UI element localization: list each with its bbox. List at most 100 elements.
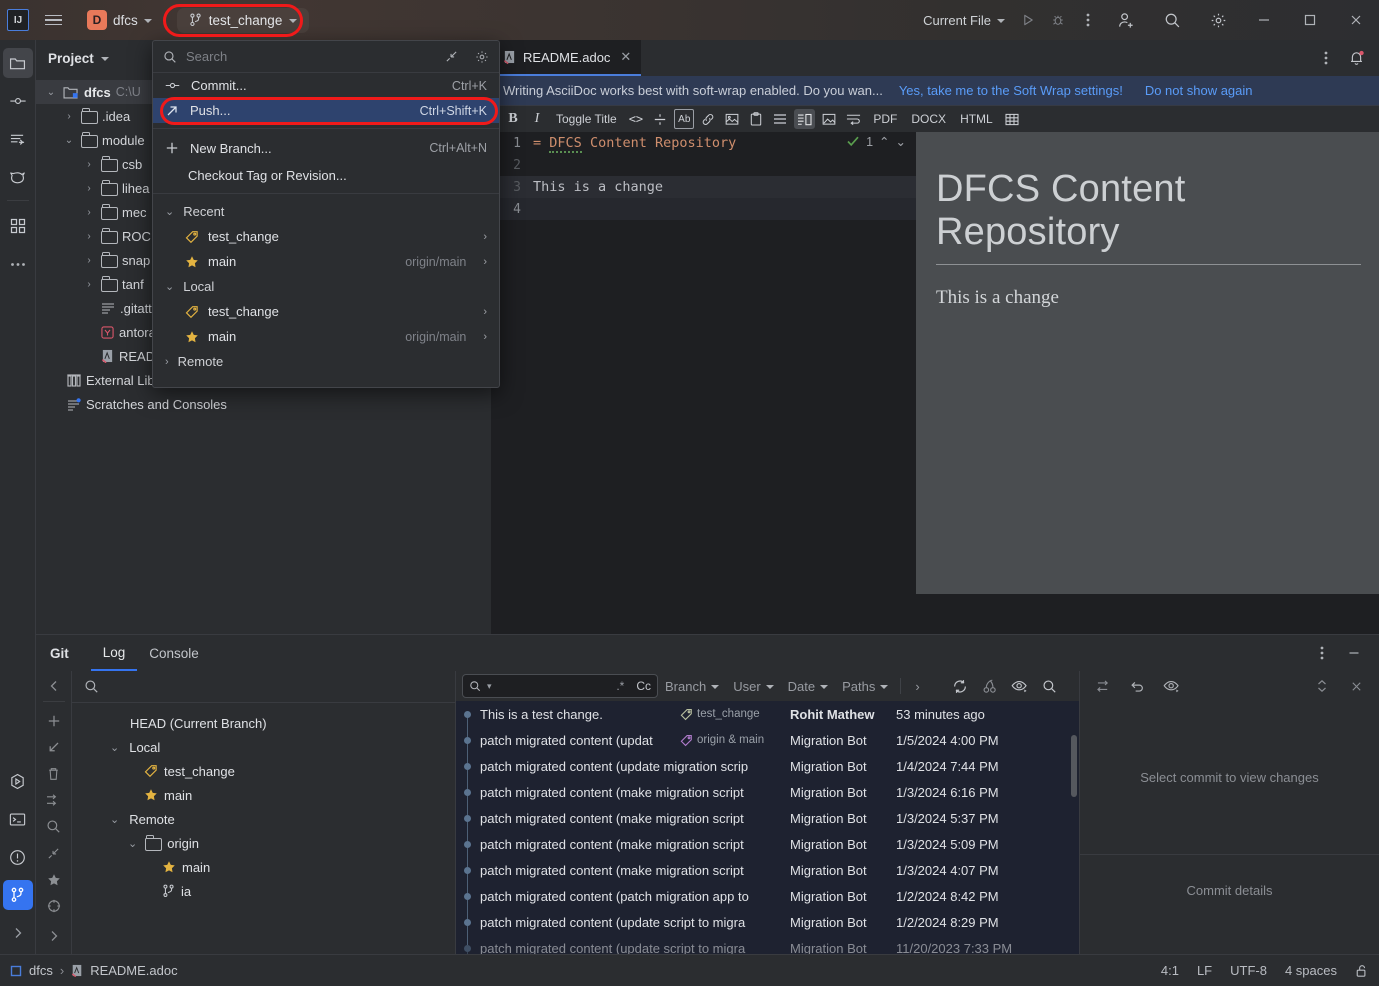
show-diff-icon[interactable] [1156,671,1186,701]
filter-paths[interactable]: Paths [835,679,895,694]
branch-group-remote[interactable]: › Remote [153,349,499,374]
commit-search-input[interactable]: ▾ .* Cc [462,674,658,698]
unlocked-icon[interactable] [1355,964,1369,978]
chevron-down-icon[interactable]: ⌄ [165,205,174,218]
chevron-right-icon[interactable]: › [483,331,487,343]
project-selector[interactable]: D dfcs [80,6,159,34]
strikethrough-icon[interactable] [650,109,670,129]
search-input[interactable]: Search [186,49,436,64]
settings-gear-icon[interactable] [1195,0,1241,40]
chevron-down-icon[interactable]: ⌄ [165,280,174,293]
commit-row[interactable]: patch migrated content (patch migration … [456,883,1079,919]
file-encoding[interactable]: UTF-8 [1230,963,1267,978]
branch-tree-test-change[interactable]: test_change [72,759,455,783]
delete-branch-icon[interactable] [39,762,69,785]
settings-gear-icon[interactable] [475,50,489,64]
close-icon[interactable] [1333,0,1379,40]
search-icon[interactable] [39,815,69,838]
commit-row[interactable]: patch migrated content (update script to… [456,909,1079,945]
image-icon[interactable] [722,109,742,129]
merge-icon[interactable] [39,789,69,812]
chevron-right-icon[interactable]: › [82,207,96,218]
filter-user[interactable]: User [726,679,780,694]
commit-row[interactable]: patch migrated content (updat origin & m… [456,727,1079,763]
chevron-right-icon[interactable]: › [62,111,76,122]
export-docx-button[interactable]: DOCX [906,109,951,129]
case-toggle[interactable]: Cc [636,679,651,693]
refresh-icon[interactable] [945,671,975,701]
menu-item-new-branch[interactable]: New Branch... Ctrl+Alt+N [153,134,499,162]
minimize-icon[interactable] [1241,0,1287,40]
run-configuration-selector[interactable]: Current File [915,9,1013,32]
chevron-down-icon[interactable]: ⌄ [110,741,119,754]
branch-tree-head[interactable]: HEAD (Current Branch) [72,711,455,735]
breadcrumb-project[interactable]: dfcs [29,963,53,978]
inspections-widget[interactable]: 1 ⌃ ⌄ [846,134,906,149]
expand-icon[interactable] [1307,671,1337,701]
run-icon[interactable] [1013,5,1043,35]
branch-item-test-change-recent[interactable]: test_change › [153,224,499,249]
regex-toggle[interactable]: .* [616,679,624,693]
collapse-icon[interactable] [445,50,458,63]
chevron-right-icon[interactable]: › [82,255,96,266]
sidebar-item-project[interactable] [2,48,33,78]
commit-row[interactable]: patch migrated content (make migration s… [456,831,1079,867]
fetch-pull-icon[interactable] [39,736,69,759]
italic-button[interactable]: I [527,109,547,129]
chevron-right-icon[interactable]: › [483,306,487,318]
search-icon[interactable] [1035,671,1065,701]
attribute-button[interactable]: Ab [674,109,695,129]
debug-icon[interactable] [1043,5,1073,35]
commit-row[interactable]: patch migrated content (make migration s… [456,857,1079,893]
tab-console[interactable]: Console [137,635,211,671]
sidebar-item-git[interactable] [2,880,33,910]
sidebar-item-problems[interactable] [3,842,33,872]
sidebar-item-run[interactable] [3,766,33,796]
indent-setting[interactable]: 4 spaces [1285,963,1337,978]
collapse-panel-icon[interactable] [39,674,69,697]
search-icon[interactable] [1149,0,1195,40]
collapse-all-icon[interactable] [39,842,69,865]
caret-position[interactable]: 4:1 [1161,963,1179,978]
commit-row[interactable]: patch migrated content (update migration… [456,753,1079,789]
split-view-icon[interactable] [794,109,816,129]
sidebar-item-github[interactable] [3,162,33,192]
chevron-right-icon[interactable]: › [82,183,96,194]
group-by-icon[interactable] [1088,671,1118,701]
commit-row[interactable]: patch migrated content (make migration s… [456,779,1079,815]
code-button[interactable]: <> [626,109,646,129]
notifications-bell-icon[interactable] [1341,43,1371,73]
chevron-down-icon[interactable]: ⌄ [896,134,906,149]
commit-list-scrollbar[interactable] [1071,735,1077,797]
sidebar-item-pull-requests[interactable] [3,124,33,154]
hamburger-icon[interactable] [38,5,68,35]
chevron-down-icon[interactable] [100,57,109,61]
export-html-button[interactable]: HTML [955,109,998,129]
menu-item-commit[interactable]: Commit... Ctrl+K [153,73,499,98]
export-pdf-button[interactable]: PDF [868,109,902,129]
menu-item-push[interactable]: Push... Ctrl+Shift+K [153,98,499,123]
sidebar-item-structure[interactable] [3,211,33,241]
favorites-star-icon[interactable] [39,868,69,891]
notification-action-link[interactable]: Yes, take me to the Soft Wrap settings! [899,83,1123,98]
soft-wrap-icon[interactable] [843,109,864,129]
more-filters-icon[interactable]: › [906,679,928,694]
branch-item-test-change-local[interactable]: test_change › [153,299,499,324]
tab-log[interactable]: Log [90,635,138,671]
line-separator[interactable]: LF [1197,963,1212,978]
chevron-down-icon[interactable]: ⌄ [110,813,119,826]
chevron-right-icon[interactable]: › [483,231,487,243]
chevron-right-icon[interactable]: › [483,256,487,268]
list-icon[interactable] [770,109,790,129]
table-icon[interactable] [1002,109,1022,129]
branch-tree-main-remote[interactable]: main [72,855,455,879]
git-branch-widget[interactable]: test_change [176,7,310,33]
new-branch-plus-icon[interactable] [39,709,69,732]
chevron-right-icon[interactable]: › [165,356,169,368]
maximize-icon[interactable] [1287,0,1333,40]
chevron-right-icon[interactable]: › [82,159,96,170]
branch-tree-origin[interactable]: ⌄ origin [72,831,455,855]
more-vertical-icon[interactable] [1307,638,1337,668]
chevron-right-icon[interactable]: › [82,279,96,290]
filter-branch[interactable]: Branch [658,679,726,694]
